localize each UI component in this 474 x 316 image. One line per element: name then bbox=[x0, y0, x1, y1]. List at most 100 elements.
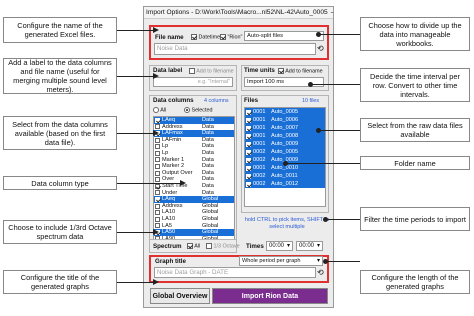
column-type: Global bbox=[202, 209, 219, 216]
column-checkbox[interactable] bbox=[155, 124, 160, 130]
title-bar: Import Options - D:\Work\Tools\Macro...n… bbox=[144, 7, 333, 19]
file-checkbox[interactable] bbox=[246, 165, 251, 171]
data-label-add-checkbox[interactable] bbox=[189, 68, 195, 74]
column-row[interactable]: LAFmin Data bbox=[154, 137, 234, 144]
note-file-name: Configure the name of the generated Exce… bbox=[3, 17, 117, 43]
spectrum-all-label: All bbox=[194, 243, 201, 250]
spectrum-label: Spectrum bbox=[153, 243, 182, 250]
data-label-input[interactable]: e.g. "Internal" bbox=[153, 77, 233, 87]
spectrum-all-checkbox[interactable] bbox=[187, 243, 193, 249]
column-checkbox[interactable] bbox=[155, 137, 160, 143]
column-checkbox[interactable] bbox=[155, 144, 160, 150]
column-checkbox[interactable] bbox=[155, 163, 160, 169]
column-checkbox[interactable] bbox=[155, 150, 160, 156]
rion-checkbox[interactable] bbox=[220, 34, 226, 40]
column-checkbox[interactable] bbox=[155, 223, 160, 229]
column-checkbox[interactable] bbox=[155, 170, 160, 176]
file-checkbox[interactable] bbox=[246, 133, 251, 139]
import-options-window: Import Options - D:\Work\Tools\Macro...n… bbox=[143, 6, 334, 308]
reset-file-name-icon[interactable]: ⟲ bbox=[317, 45, 324, 53]
column-row[interactable]: LA10 Global bbox=[154, 209, 234, 216]
time-units-add-checkbox[interactable] bbox=[278, 68, 284, 74]
note-graph-title: Configure the title of the generated gra… bbox=[3, 270, 117, 294]
file-checkbox[interactable] bbox=[246, 173, 251, 179]
column-checkbox[interactable] bbox=[155, 203, 160, 209]
rion-option[interactable]: "Rion" bbox=[220, 34, 242, 40]
column-type: Data bbox=[202, 117, 214, 123]
time-to-dropdown[interactable]: 00:00 bbox=[296, 241, 323, 251]
file-row[interactable]: 0002 Auto_0012 bbox=[245, 180, 325, 188]
column-row[interactable]: Lp Data bbox=[154, 143, 234, 150]
spectrum-octave-checkbox[interactable] bbox=[206, 243, 212, 249]
column-row[interactable]: Marker 1 Data bbox=[154, 157, 234, 164]
column-row[interactable]: LAeq Global bbox=[154, 196, 234, 203]
reset-graph-title-icon[interactable]: ⟲ bbox=[317, 269, 324, 277]
columns-selected-radio[interactable] bbox=[184, 107, 190, 113]
file-checkbox[interactable] bbox=[246, 149, 251, 155]
column-row[interactable]: LA50 Global bbox=[154, 229, 234, 236]
column-row[interactable]: Lp Data bbox=[154, 150, 234, 157]
file-row[interactable]: 0001 Auto_0006 bbox=[245, 116, 325, 124]
file-row[interactable]: 0001 Auto_0008 bbox=[245, 132, 325, 140]
column-row[interactable]: LAeq Data bbox=[154, 117, 234, 124]
data-label-add-option[interactable]: Add to filename bbox=[189, 68, 234, 74]
file-row[interactable]: 0002 Auto_0011 bbox=[245, 172, 325, 180]
import-rion-data-button[interactable]: Import Rion Data bbox=[212, 288, 328, 304]
column-checkbox[interactable] bbox=[155, 190, 160, 196]
file-checkbox[interactable] bbox=[246, 109, 251, 115]
column-name: LAFmax bbox=[162, 130, 183, 137]
column-row[interactable]: Output Over Data bbox=[154, 170, 234, 177]
file-checkbox[interactable] bbox=[246, 181, 251, 187]
columns-all-radio[interactable] bbox=[153, 107, 159, 113]
files-list[interactable]: 0001 Auto_0005 0001 Auto_0006 0001 Auto_0007 0… bbox=[244, 107, 326, 207]
file-checkbox[interactable] bbox=[246, 141, 251, 147]
column-row[interactable]: LA10 Global bbox=[154, 216, 234, 223]
note-folder-name: Folder name bbox=[360, 156, 470, 170]
time-from-value: 00:00 bbox=[269, 243, 285, 249]
column-checkbox[interactable] bbox=[155, 117, 160, 123]
column-row[interactable]: Over Data bbox=[154, 176, 234, 183]
column-checkbox[interactable] bbox=[155, 216, 160, 222]
file-row[interactable]: 0001 Auto_0005 bbox=[245, 108, 325, 116]
file-name: Auto_0009 bbox=[271, 140, 299, 147]
graph-period-dropdown[interactable]: Whole period per graph bbox=[239, 256, 323, 266]
spectrum-octave-option[interactable]: 1/3 Octave bbox=[206, 243, 240, 249]
datetime-checkbox[interactable] bbox=[191, 34, 197, 40]
column-name: Address bbox=[162, 123, 183, 130]
column-row[interactable]: LAFmax Data bbox=[154, 130, 234, 137]
column-row[interactable]: Marker 2 Data bbox=[154, 163, 234, 170]
file-row[interactable]: 0001 Auto_0007 bbox=[245, 124, 325, 132]
file-checkbox[interactable] bbox=[246, 117, 251, 123]
column-row[interactable]: Under Data bbox=[154, 190, 234, 197]
time-from-dropdown[interactable]: 00:00 bbox=[266, 241, 293, 251]
graph-title-input[interactable]: Noise Data Graph - DATE bbox=[154, 267, 316, 278]
column-row[interactable]: Address Data bbox=[154, 124, 234, 131]
file-checkbox[interactable] bbox=[246, 125, 251, 131]
columns-selected-option[interactable]: Selected bbox=[184, 107, 212, 113]
column-checkbox[interactable] bbox=[155, 177, 160, 183]
column-checkbox[interactable] bbox=[155, 210, 160, 216]
column-type: Data bbox=[202, 156, 214, 163]
rion-label: "Rion" bbox=[227, 34, 243, 41]
spectrum-all-option[interactable]: All bbox=[187, 243, 200, 249]
column-checkbox[interactable] bbox=[155, 157, 160, 163]
columns-all-option[interactable]: All bbox=[153, 107, 166, 113]
data-columns-list[interactable]: LAeq Data Address Data LAFmax Data LAFmin Data L… bbox=[153, 116, 235, 243]
global-overview-button[interactable]: Global Overview bbox=[150, 288, 210, 304]
file-name-input[interactable]: Noise Data bbox=[154, 43, 316, 55]
split-files-dropdown[interactable]: Auto-split files bbox=[244, 31, 324, 41]
file-name-placeholder: Noise Data bbox=[157, 45, 188, 52]
file-row[interactable]: 0001 Auto_0009 bbox=[245, 140, 325, 148]
column-type: Data bbox=[202, 130, 214, 137]
column-checkbox[interactable] bbox=[155, 183, 160, 189]
time-units-add-option[interactable]: Add to filename bbox=[278, 68, 323, 74]
file-row[interactable]: 0002 Auto_0005 bbox=[245, 148, 325, 156]
column-checkbox[interactable] bbox=[155, 196, 160, 202]
file-checkbox[interactable] bbox=[246, 157, 251, 163]
datetime-option[interactable]: Datetime bbox=[191, 34, 220, 40]
file-folder: 0002 bbox=[253, 148, 266, 155]
note-graph-length: Configure the length of the generated gr… bbox=[360, 270, 470, 294]
column-row[interactable]: LA5 Global bbox=[154, 223, 234, 230]
minimize-icon[interactable]: – bbox=[328, 9, 333, 17]
column-row[interactable]: Address Global bbox=[154, 203, 234, 210]
